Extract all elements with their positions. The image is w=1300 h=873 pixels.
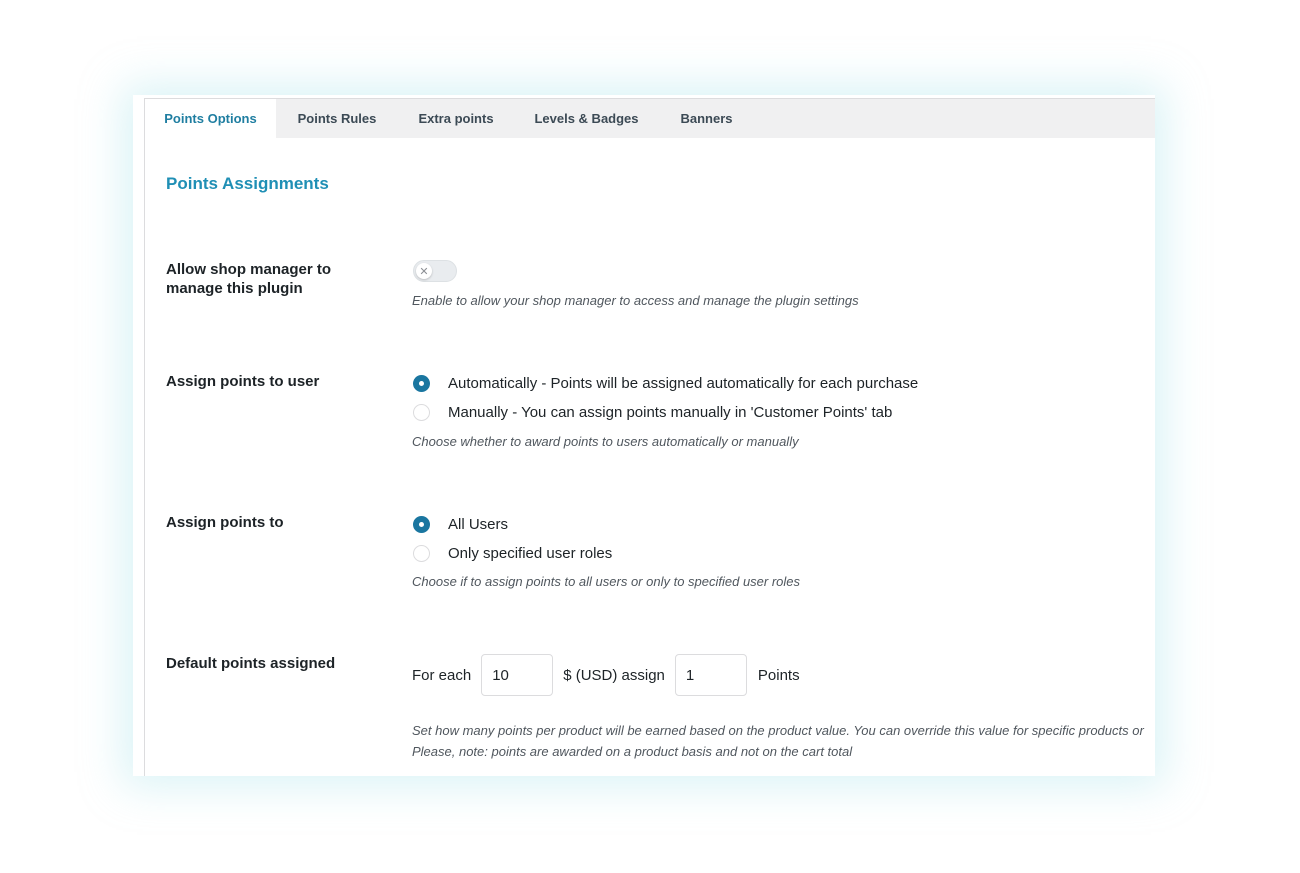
radio-manually[interactable]: Manually - You can assign points manuall… [413,401,892,423]
assign-user-description: Choose whether to award points to users … [412,434,799,449]
default-points-label: Default points assigned [166,655,336,672]
radio-all-users-label: All Users [448,515,509,533]
default-points-description-1: Set how many points per product will be … [412,723,1144,738]
default-points-description-2: Please, note: points are awarded on a pr… [412,744,853,759]
radio-specified-roles-label: Only specified user roles [448,544,613,562]
radio-all-users[interactable]: All Users [413,513,508,535]
tab-banners[interactable]: Banners [659,99,754,138]
radio-automatically[interactable]: Automatically - Points will be assigned … [413,372,918,394]
assign-user-label: Assign points to user [166,373,320,390]
settings-panel-inner: Points Options Points Rules Extra points… [144,98,1155,776]
shop-manager-label: Allow shop manager to manage this plugin [166,261,332,297]
settings-panel: Points Options Points Rules Extra points… [133,95,1155,776]
radio-button[interactable] [413,403,430,421]
default-points-suffix: Points [757,666,800,684]
radio-button[interactable] [413,544,430,562]
close-icon: ✕ [416,263,432,279]
radio-specified-roles[interactable]: Only specified user roles [413,542,612,564]
tab-bar: Points Options Points Rules Extra points… [145,99,1155,138]
amount-input[interactable] [481,654,554,696]
assign-to-description: Choose if to assign points to all users … [412,574,801,589]
tab-extra-points[interactable]: Extra points [398,99,514,138]
default-points-prefix: For each [412,666,472,684]
radio-manually-label: Manually - You can assign points manuall… [448,403,893,421]
shop-manager-toggle[interactable]: ✕ [413,260,457,282]
radio-button-checked[interactable] [413,374,430,392]
tab-points-rules[interactable]: Points Rules [276,99,398,138]
radio-button-checked[interactable] [413,515,430,533]
tab-levels-badges[interactable]: Levels & Badges [514,99,659,138]
page: Points Options Points Rules Extra points… [0,0,1300,873]
section-title: Points Assignments [166,174,329,193]
radio-automatically-label: Automatically - Points will be assigned … [448,374,919,392]
default-points-controls: For each $ (USD) assign Points [412,654,800,696]
default-points-middle: $ (USD) assign [563,666,665,684]
tab-points-options[interactable]: Points Options [145,99,276,138]
assign-to-label: Assign points to [166,514,284,531]
points-input[interactable] [674,654,747,696]
shop-manager-description: Enable to allow your shop manager to acc… [412,293,859,308]
